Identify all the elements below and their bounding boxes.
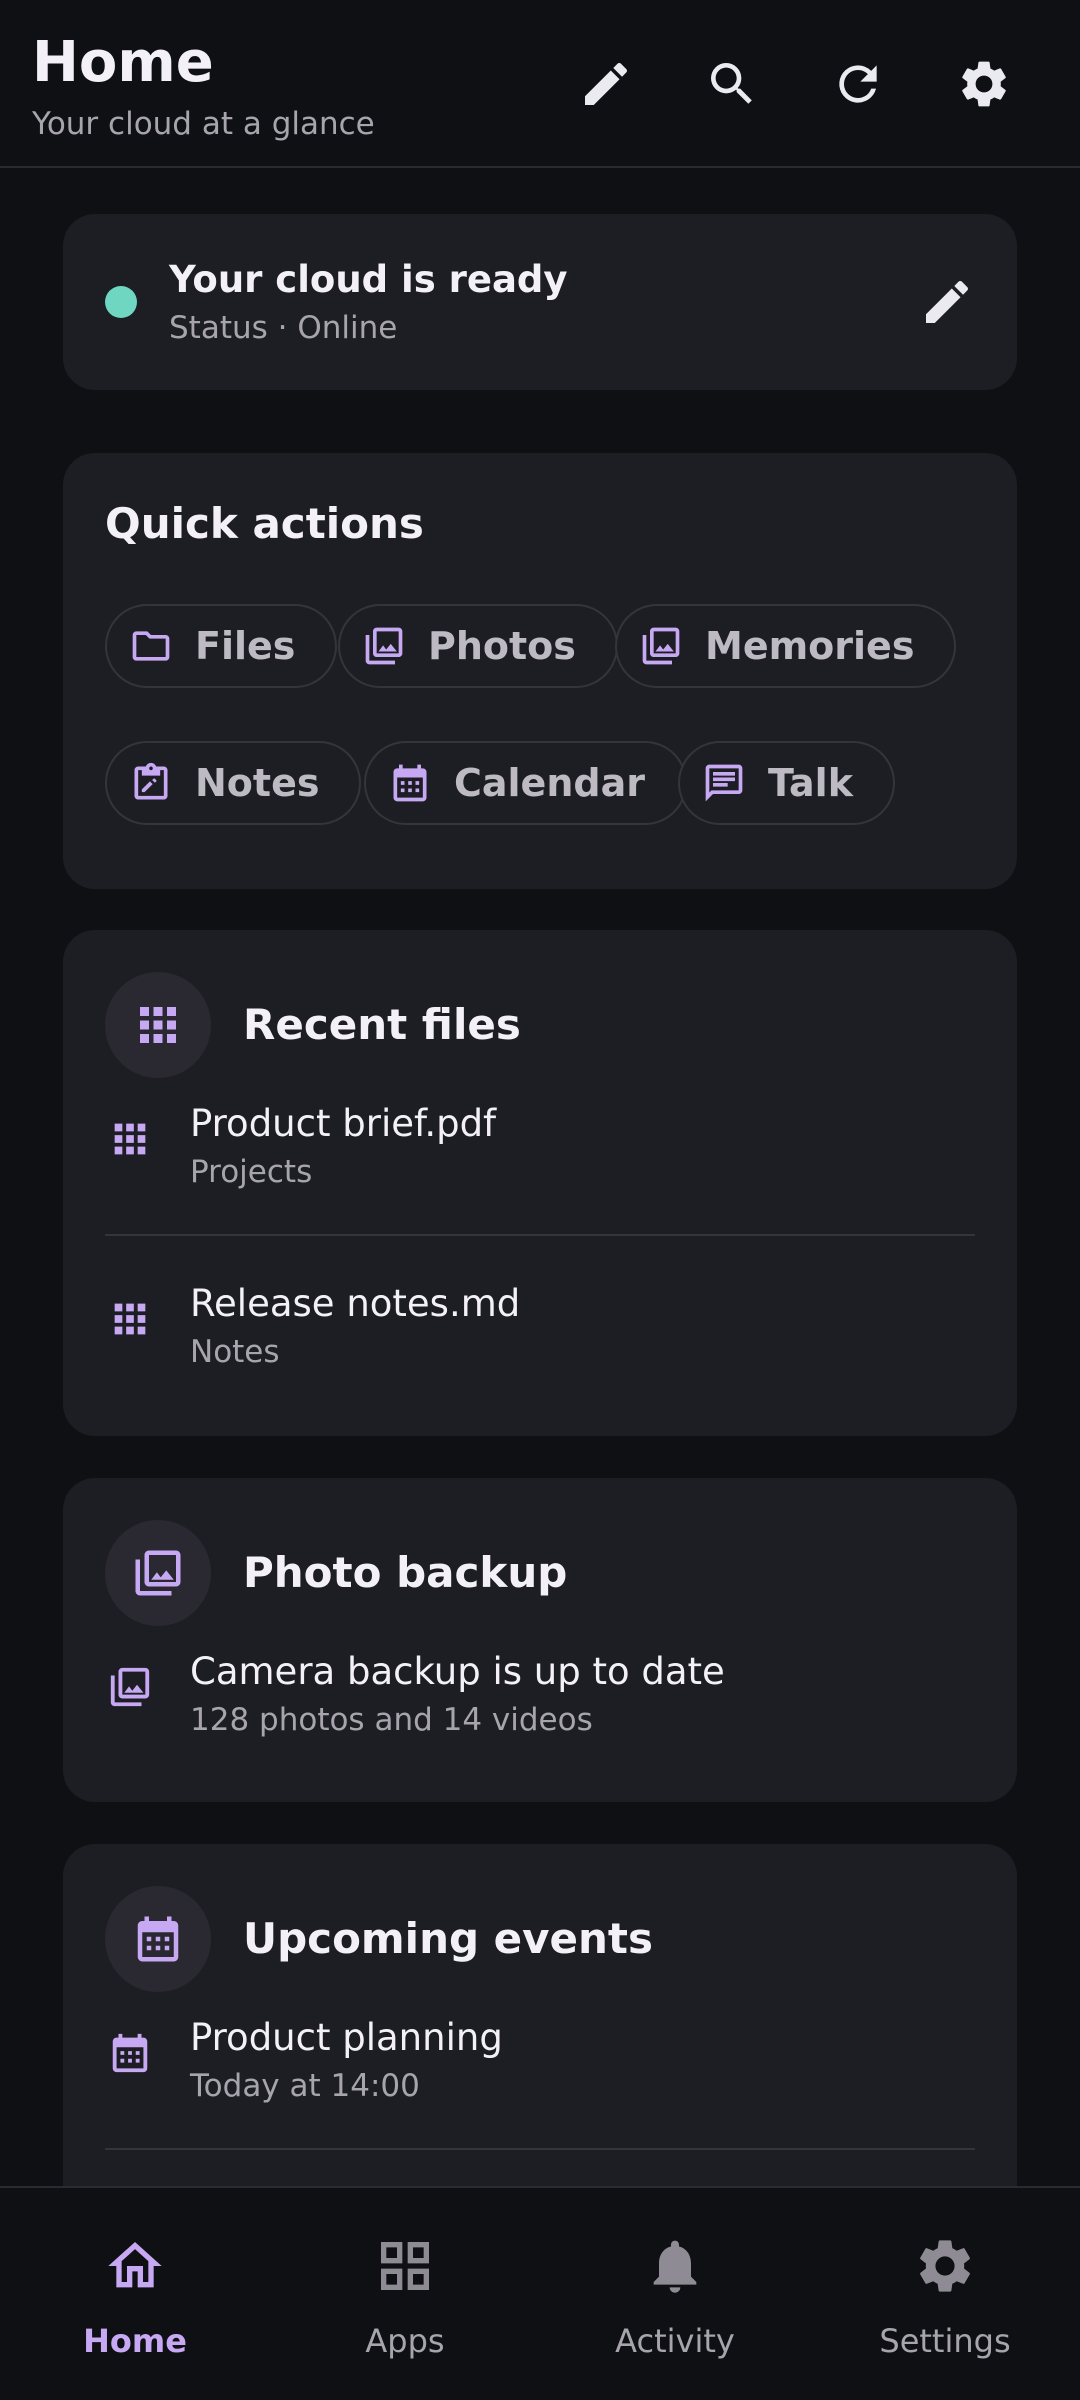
quick-action-label: Memories — [705, 624, 915, 668]
nav-item-apps[interactable]: Apps — [270, 2188, 540, 2400]
quick-action-photos[interactable]: Photos — [338, 604, 618, 688]
photo-backup-card: Photo backup Camera backup is up to date… — [63, 1478, 1017, 1802]
recent-files-card: Recent files Product brief.pdf Projects … — [63, 930, 1017, 1436]
page-subtitle: Your cloud at a glance — [32, 106, 375, 142]
nav-label: Home — [83, 2322, 187, 2360]
upcoming-events-title: Upcoming events — [243, 1914, 653, 1963]
apps-grid-icon — [114, 1123, 146, 1155]
apps-grid-icon — [381, 2242, 429, 2290]
quick-action-label: Files — [195, 624, 296, 668]
recent-files-badge — [105, 972, 211, 1078]
upcoming-events-badge — [105, 1886, 211, 1992]
status-online-indicator — [105, 286, 137, 318]
nav-label: Activity — [615, 2322, 735, 2360]
backup-counts: 128 photos and 14 videos — [190, 1702, 593, 1738]
folder-icon — [132, 631, 170, 661]
nav-item-home[interactable]: Home — [0, 2188, 270, 2400]
refresh-button[interactable] — [818, 44, 898, 124]
quick-action-label: Photos — [428, 624, 576, 668]
quick-action-notes[interactable]: Notes — [105, 741, 362, 825]
quick-action-label: Talk — [768, 761, 853, 805]
quick-action-label: Calendar — [454, 761, 645, 805]
event-title: Product planning — [190, 2016, 503, 2059]
nav-item-settings[interactable]: Settings — [810, 2188, 1080, 2400]
search-icon — [711, 63, 752, 104]
apps-grid-icon — [140, 1007, 176, 1043]
status-card[interactable]: Your cloud is ready Status · Online — [63, 214, 1017, 390]
event-icon — [105, 2028, 155, 2078]
upcoming-events-card: Upcoming events Product planning Today a… — [63, 1844, 1017, 2186]
file-name: Product brief.pdf — [190, 1102, 497, 1145]
refresh-icon — [839, 65, 877, 103]
status-title: Your cloud is ready — [169, 258, 568, 301]
divider — [105, 2148, 975, 2150]
photo-library-icon — [365, 627, 403, 665]
quick-actions-title: Quick actions — [105, 499, 424, 548]
search-button[interactable] — [692, 44, 772, 124]
bell-icon — [653, 2240, 697, 2293]
calendar-icon — [137, 1916, 179, 1962]
photo-backup-title: Photo backup — [243, 1548, 568, 1597]
divider — [105, 1234, 975, 1236]
top-app-bar: Home Your cloud at a glance — [0, 0, 1080, 168]
file-folder: Projects — [190, 1154, 313, 1190]
gear-icon — [920, 2240, 970, 2292]
app-root: Home Your cloud at a glance Your cloud i… — [0, 0, 1080, 2400]
photo-library-icon — [135, 1550, 181, 1596]
file-icon — [105, 1294, 155, 1344]
note-edit-icon — [134, 762, 168, 800]
edit-status-button[interactable] — [911, 266, 983, 338]
file-name: Release notes.md — [190, 1282, 521, 1325]
quick-action-talk[interactable]: Talk — [678, 741, 895, 825]
file-folder: Notes — [190, 1334, 280, 1370]
pencil-icon — [926, 280, 969, 323]
home-content[interactable]: Your cloud is ready Status · Online Quic… — [0, 170, 1080, 2186]
apps-grid-icon — [114, 1303, 146, 1335]
edit-button[interactable] — [566, 44, 646, 124]
nav-label: Settings — [879, 2322, 1011, 2360]
quick-action-memories[interactable]: Memories — [615, 604, 957, 688]
recent-files-title: Recent files — [243, 1000, 521, 1049]
event-time: Today at 14:00 — [190, 2068, 420, 2104]
pencil-icon — [585, 62, 628, 105]
photo-library-icon — [642, 627, 680, 665]
chat-icon — [705, 764, 743, 802]
quick-action-calendar[interactable]: Calendar — [364, 741, 687, 825]
bottom-navigation: Home Apps Activity Settings — [0, 2186, 1080, 2400]
photo-backup-badge — [105, 1520, 211, 1626]
settings-button[interactable] — [944, 44, 1024, 124]
nav-item-activity[interactable]: Activity — [540, 2188, 810, 2400]
quick-actions-card: Quick actions Files Photos Memories Note… — [63, 453, 1017, 889]
file-icon — [105, 1114, 155, 1164]
backup-status: Camera backup is up to date — [190, 1650, 725, 1693]
calendar-icon — [393, 764, 427, 802]
backup-icon — [105, 1662, 155, 1712]
home-icon — [108, 2242, 162, 2288]
page-title: Home — [32, 30, 214, 95]
status-subtitle: Status · Online — [169, 310, 398, 346]
calendar-icon — [112, 2033, 148, 2073]
gear-icon — [962, 61, 1006, 107]
nav-label: Apps — [365, 2322, 445, 2360]
quick-action-label: Notes — [195, 761, 320, 805]
photo-library-icon — [110, 1667, 150, 1707]
quick-action-files[interactable]: Files — [105, 604, 338, 688]
